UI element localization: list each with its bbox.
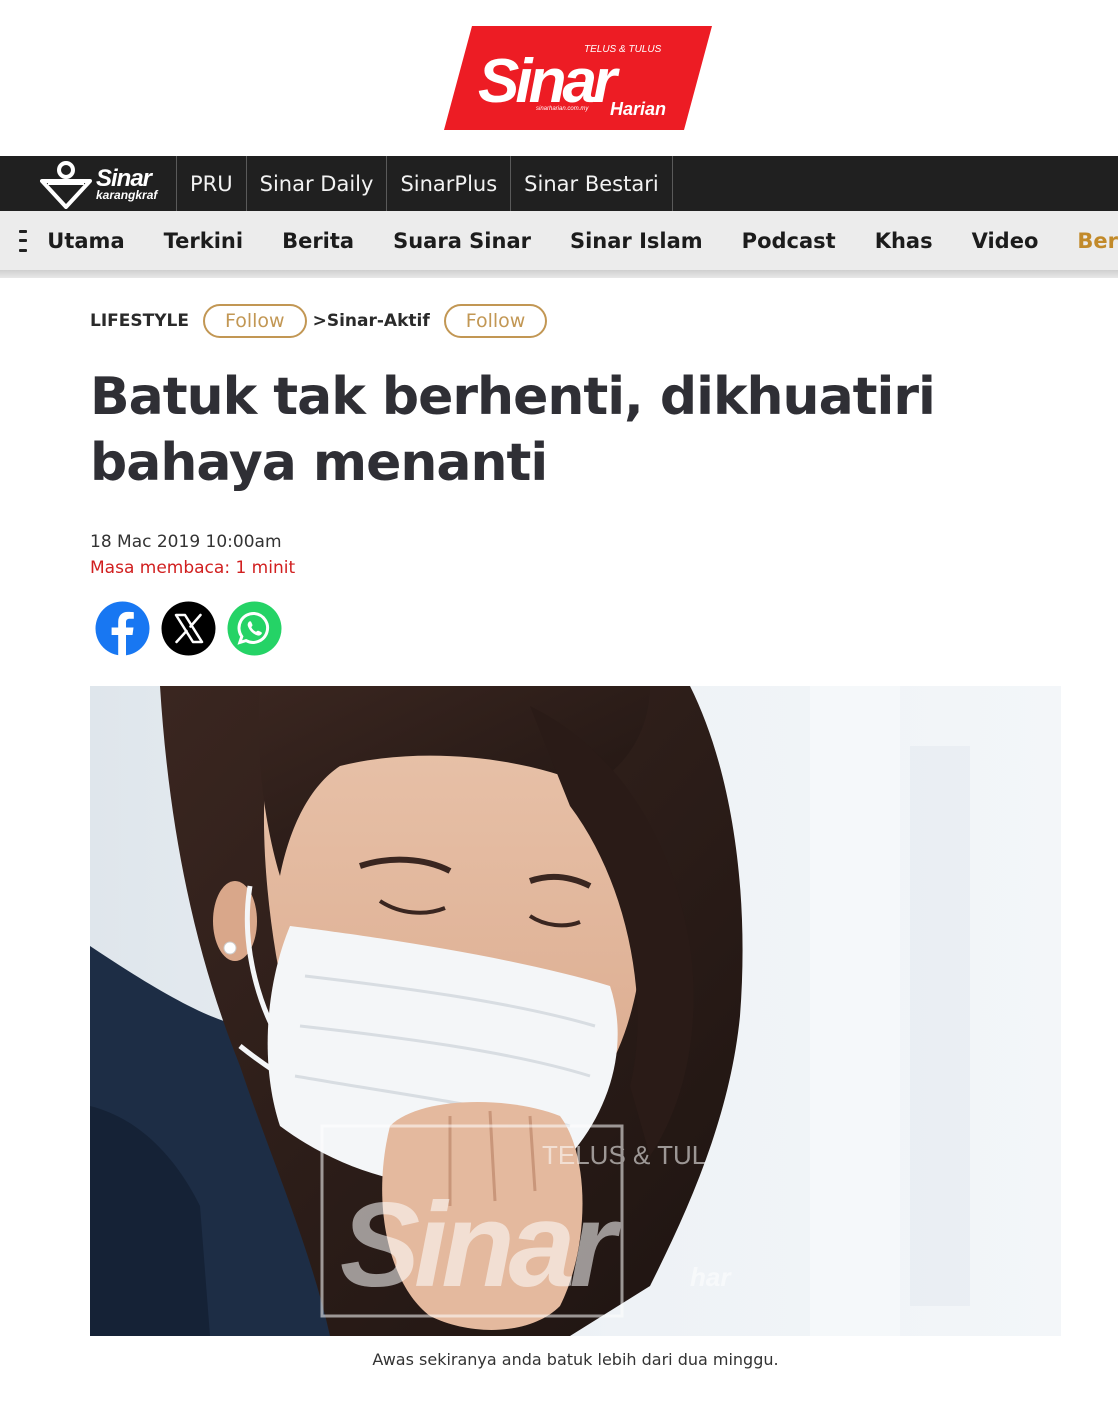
brand-logo-main: Sinar (96, 164, 152, 192)
nav-item-berita[interactable]: Berita (282, 229, 354, 253)
logo-subword: Harian (610, 99, 666, 119)
publish-date: 18 Mac 2019 10:00am (90, 532, 282, 552)
network-bar: Sinar karangkraf PRU Sinar Daily SinarPl… (0, 156, 1118, 211)
subcategory-link[interactable]: >Sinar-Aktif (313, 311, 430, 331)
nav-item-sinar-islam[interactable]: Sinar Islam (570, 229, 703, 253)
brand-link-sinarplus[interactable]: SinarPlus (387, 156, 512, 211)
whatsapp-share-button[interactable] (227, 601, 282, 656)
logo-url: sinarharian.com.my (536, 106, 589, 112)
image-caption: Awas sekiranya anda batuk lebih dari dua… (372, 1350, 779, 1369)
breadcrumb: LIFESTYLE Follow >Sinar-Aktif Follow (90, 304, 548, 338)
watermark-wordmark: Sinar (340, 1178, 622, 1312)
facebook-icon (95, 601, 150, 656)
facebook-share-button[interactable] (95, 601, 150, 656)
nav-divider (0, 270, 1118, 278)
watermark-subword: har (690, 1262, 732, 1292)
nav-item-podcast[interactable]: Podcast (742, 229, 836, 253)
nav-item-khas[interactable]: Khas (875, 229, 933, 253)
follow-category-button[interactable]: Follow (202, 304, 307, 338)
hamburger-menu-icon[interactable] (19, 227, 28, 255)
sinar-karangkraf-logo[interactable]: Sinar karangkraf (0, 156, 177, 211)
sinar-harian-logo[interactable]: TELUS & TULUS Sinar Harian sinarharian.c… (444, 26, 712, 130)
brand-link-sinar-daily[interactable]: Sinar Daily (247, 156, 388, 211)
whatsapp-icon (227, 601, 282, 656)
reading-time: Masa membaca: 1 minit (90, 558, 296, 578)
article-title: Batuk tak berhenti, dikhuatiri bahaya me… (90, 367, 936, 493)
brand-link-sinar-bestari[interactable]: Sinar Bestari (511, 156, 673, 211)
x-icon (161, 601, 216, 656)
x-share-button[interactable] (161, 601, 216, 656)
share-buttons (95, 601, 282, 656)
brand-logo-sub: karangkraf (96, 187, 158, 202)
nav-item-ber[interactable]: Ber (1077, 229, 1118, 253)
nav-item-terkini[interactable]: Terkini (164, 229, 243, 253)
brand-link-pru[interactable]: PRU (177, 156, 247, 211)
karangkraf-emblem-icon (40, 160, 92, 209)
watermark-tagline: TELUS & TUL (542, 1140, 706, 1170)
masthead: TELUS & TULUS Sinar Harian sinarharian.c… (0, 0, 1118, 156)
main-nav: Utama Terkini Berita Suara Sinar Sinar I… (0, 211, 1118, 270)
nav-item-utama[interactable]: Utama (47, 229, 124, 253)
category-link[interactable]: LIFESTYLE (90, 311, 189, 331)
nav-item-video[interactable]: Video (972, 229, 1039, 253)
nav-item-suara-sinar[interactable]: Suara Sinar (393, 229, 531, 253)
follow-subcategory-button[interactable]: Follow (443, 304, 548, 338)
article-hero-image: TELUS & TUL Sinar har (90, 686, 1061, 1336)
